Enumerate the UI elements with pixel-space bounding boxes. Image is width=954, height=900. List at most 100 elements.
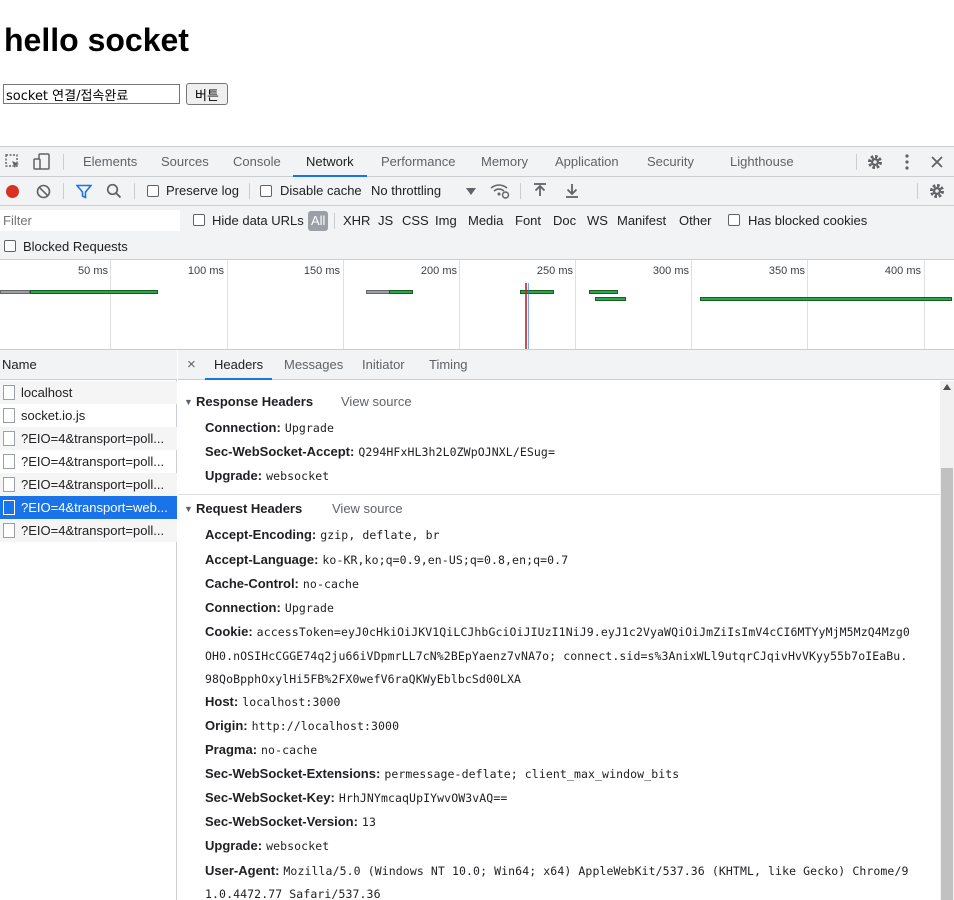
filter-icon[interactable] (76, 184, 92, 199)
filter-input[interactable] (0, 210, 180, 231)
device-toolbar-icon[interactable] (33, 153, 51, 171)
request-row-selected[interactable]: ?EIO=4&transport=web... (0, 496, 177, 519)
request-view-source-link[interactable]: View source (332, 497, 403, 521)
tab-security[interactable]: Security (647, 147, 694, 177)
timeline-bar (595, 297, 626, 301)
filter-type-doc[interactable]: Doc (553, 213, 576, 228)
filter-type-media[interactable]: Media (468, 213, 503, 228)
headers-content: ▼ Response Headers View source Connectio… (178, 380, 940, 899)
hide-data-urls-checkbox[interactable] (193, 214, 205, 226)
tab-console[interactable]: Console (233, 147, 281, 177)
scrollbar-thumb[interactable] (941, 468, 953, 900)
request-header-row-cookie: Cookie: accessToken=eyJ0cHkiOiJKV1QiLCJhb… (205, 624, 910, 639)
hide-data-urls-label: Hide data URLs (212, 213, 304, 228)
has-blocked-cookies-label: Has blocked cookies (748, 213, 868, 228)
cookie-continuation: OH0.nOSIHcCGGE74q2ju66iVDpmrLL7cN%2BEpYa… (205, 649, 908, 663)
import-har-icon[interactable] (533, 183, 547, 199)
gear-icon[interactable] (866, 153, 884, 171)
tab-performance[interactable]: Performance (381, 147, 455, 177)
timeline-tick: 200 ms (420, 265, 457, 277)
request-row[interactable]: ?EIO=4&transport=poll... (0, 450, 177, 473)
devtools-tabbar: Elements Sources Console Network Perform… (0, 147, 954, 177)
request-row[interactable]: localhost (0, 381, 177, 404)
more-options-icon[interactable] (900, 153, 914, 171)
filter-type-xhr[interactable]: XHR (343, 213, 370, 228)
network-conditions-icon[interactable] (490, 183, 510, 199)
timeline-bar (589, 290, 618, 294)
response-view-source-link[interactable]: View source (341, 390, 412, 414)
filter-type-img[interactable]: Img (435, 213, 457, 228)
request-row[interactable]: ?EIO=4&transport=poll... (0, 519, 177, 542)
filter-type-ws[interactable]: WS (587, 213, 608, 228)
clear-icon[interactable] (36, 184, 51, 199)
timeline-bar (389, 290, 413, 294)
timeline-tick: 300 ms (652, 265, 689, 277)
message-input[interactable] (3, 84, 180, 104)
scroll-up-arrow-icon[interactable] (943, 384, 951, 390)
timeline-tick: 100 ms (187, 265, 224, 277)
response-headers-title: Response Headers (196, 394, 314, 409)
timeline-bar (0, 290, 30, 294)
filter-type-other[interactable]: Other (679, 213, 712, 228)
tab-elements[interactable]: Elements (83, 147, 137, 177)
request-row[interactable]: socket.io.js (0, 404, 177, 427)
timeline-tick: 150 ms (303, 265, 340, 277)
request-header-row: Pragma: no-cache (205, 742, 318, 757)
collapse-triangle-icon: ▼ (184, 397, 193, 407)
collapse-triangle-icon: ▼ (184, 504, 193, 514)
filter-type-all[interactable]: All (308, 211, 329, 231)
page-title: hello socket (4, 22, 189, 58)
timeline-tick: 50 ms (78, 265, 108, 277)
request-header-row: Sec-WebSocket-Key: HrhJNYmcaqUpIYwvOW3vAQ… (205, 790, 508, 805)
request-headers-toggle[interactable]: ▼ Request Headers View source (178, 497, 940, 521)
request-header-row: Origin: http://localhost:3000 (205, 718, 400, 733)
request-headers-title: Request Headers (196, 501, 303, 516)
network-settings-gear-icon[interactable] (928, 182, 946, 200)
request-header-row: Sec-WebSocket-Version: 13 (205, 814, 376, 829)
tab-memory[interactable]: Memory (481, 147, 528, 177)
dropdown-arrow-icon[interactable] (466, 188, 476, 195)
request-header-row: Host: localhost:3000 (205, 694, 341, 709)
response-headers-toggle[interactable]: ▼ Response Headers View source (178, 390, 940, 414)
record-icon[interactable] (5, 184, 20, 199)
tab-lighthouse[interactable]: Lighthouse (730, 147, 794, 177)
throttling-select[interactable]: No throttling (371, 183, 441, 198)
network-toolbar: Preserve log Disable cache No throttling (0, 177, 954, 206)
tab-network[interactable]: Network (293, 147, 367, 177)
name-column-header[interactable]: Name (0, 350, 177, 380)
preserve-log-checkbox[interactable] (147, 185, 159, 197)
request-header-row: Cache-Control: no-cache (205, 576, 360, 591)
filter-type-font[interactable]: Font (515, 213, 541, 228)
preserve-log-label: Preserve log (166, 183, 239, 198)
search-icon[interactable] (106, 183, 122, 199)
timeline-bar (30, 290, 158, 294)
blocked-requests-checkbox[interactable] (4, 240, 16, 252)
cookie-continuation: 98QoBpphOxylHi5FB%2FX0wefV6raQKWyEblbcSd… (205, 672, 522, 686)
export-har-icon[interactable] (565, 183, 579, 199)
user-agent-continuation: 1.0.4472.77 Safari/537.36 (205, 887, 381, 899)
inspect-element-icon[interactable] (5, 154, 21, 170)
timeline-tick: 400 ms (884, 265, 921, 277)
request-row[interactable]: ?EIO=4&transport=poll... (0, 473, 177, 496)
disable-cache-checkbox[interactable] (260, 185, 272, 197)
filter-type-manifest[interactable]: Manifest (617, 213, 666, 228)
request-row[interactable]: ?EIO=4&transport=poll... (0, 427, 177, 450)
page-button[interactable]: 버튼 (186, 83, 228, 105)
request-header-row: Upgrade: websocket (205, 838, 330, 853)
close-icon[interactable] (930, 155, 944, 169)
request-list: Name localhost socket.io.js ?EIO=4&trans… (0, 350, 177, 900)
filter-type-js[interactable]: JS (378, 213, 393, 228)
disable-cache-label: Disable cache (280, 183, 362, 198)
response-header-row: Upgrade: websocket (205, 468, 330, 483)
tab-application[interactable]: Application (555, 147, 619, 177)
filter-type-css[interactable]: CSS (402, 213, 429, 228)
request-header-row: Accept-Language: ko-KR,ko;q=0.9,en-US;q=0… (205, 552, 569, 567)
timeline-tick: 350 ms (768, 265, 805, 277)
has-blocked-cookies-checkbox[interactable] (728, 214, 740, 226)
response-header-row: Connection: Upgrade (205, 420, 334, 435)
tab-sources[interactable]: Sources (161, 147, 209, 177)
filter-bar: Hide data URLs All XHR JS CSS Img Media … (0, 206, 954, 260)
response-headers-title-row[interactable] (178, 337, 940, 361)
timeline-tick: 250 ms (536, 265, 573, 277)
request-header-row: Connection: Upgrade (205, 600, 334, 615)
